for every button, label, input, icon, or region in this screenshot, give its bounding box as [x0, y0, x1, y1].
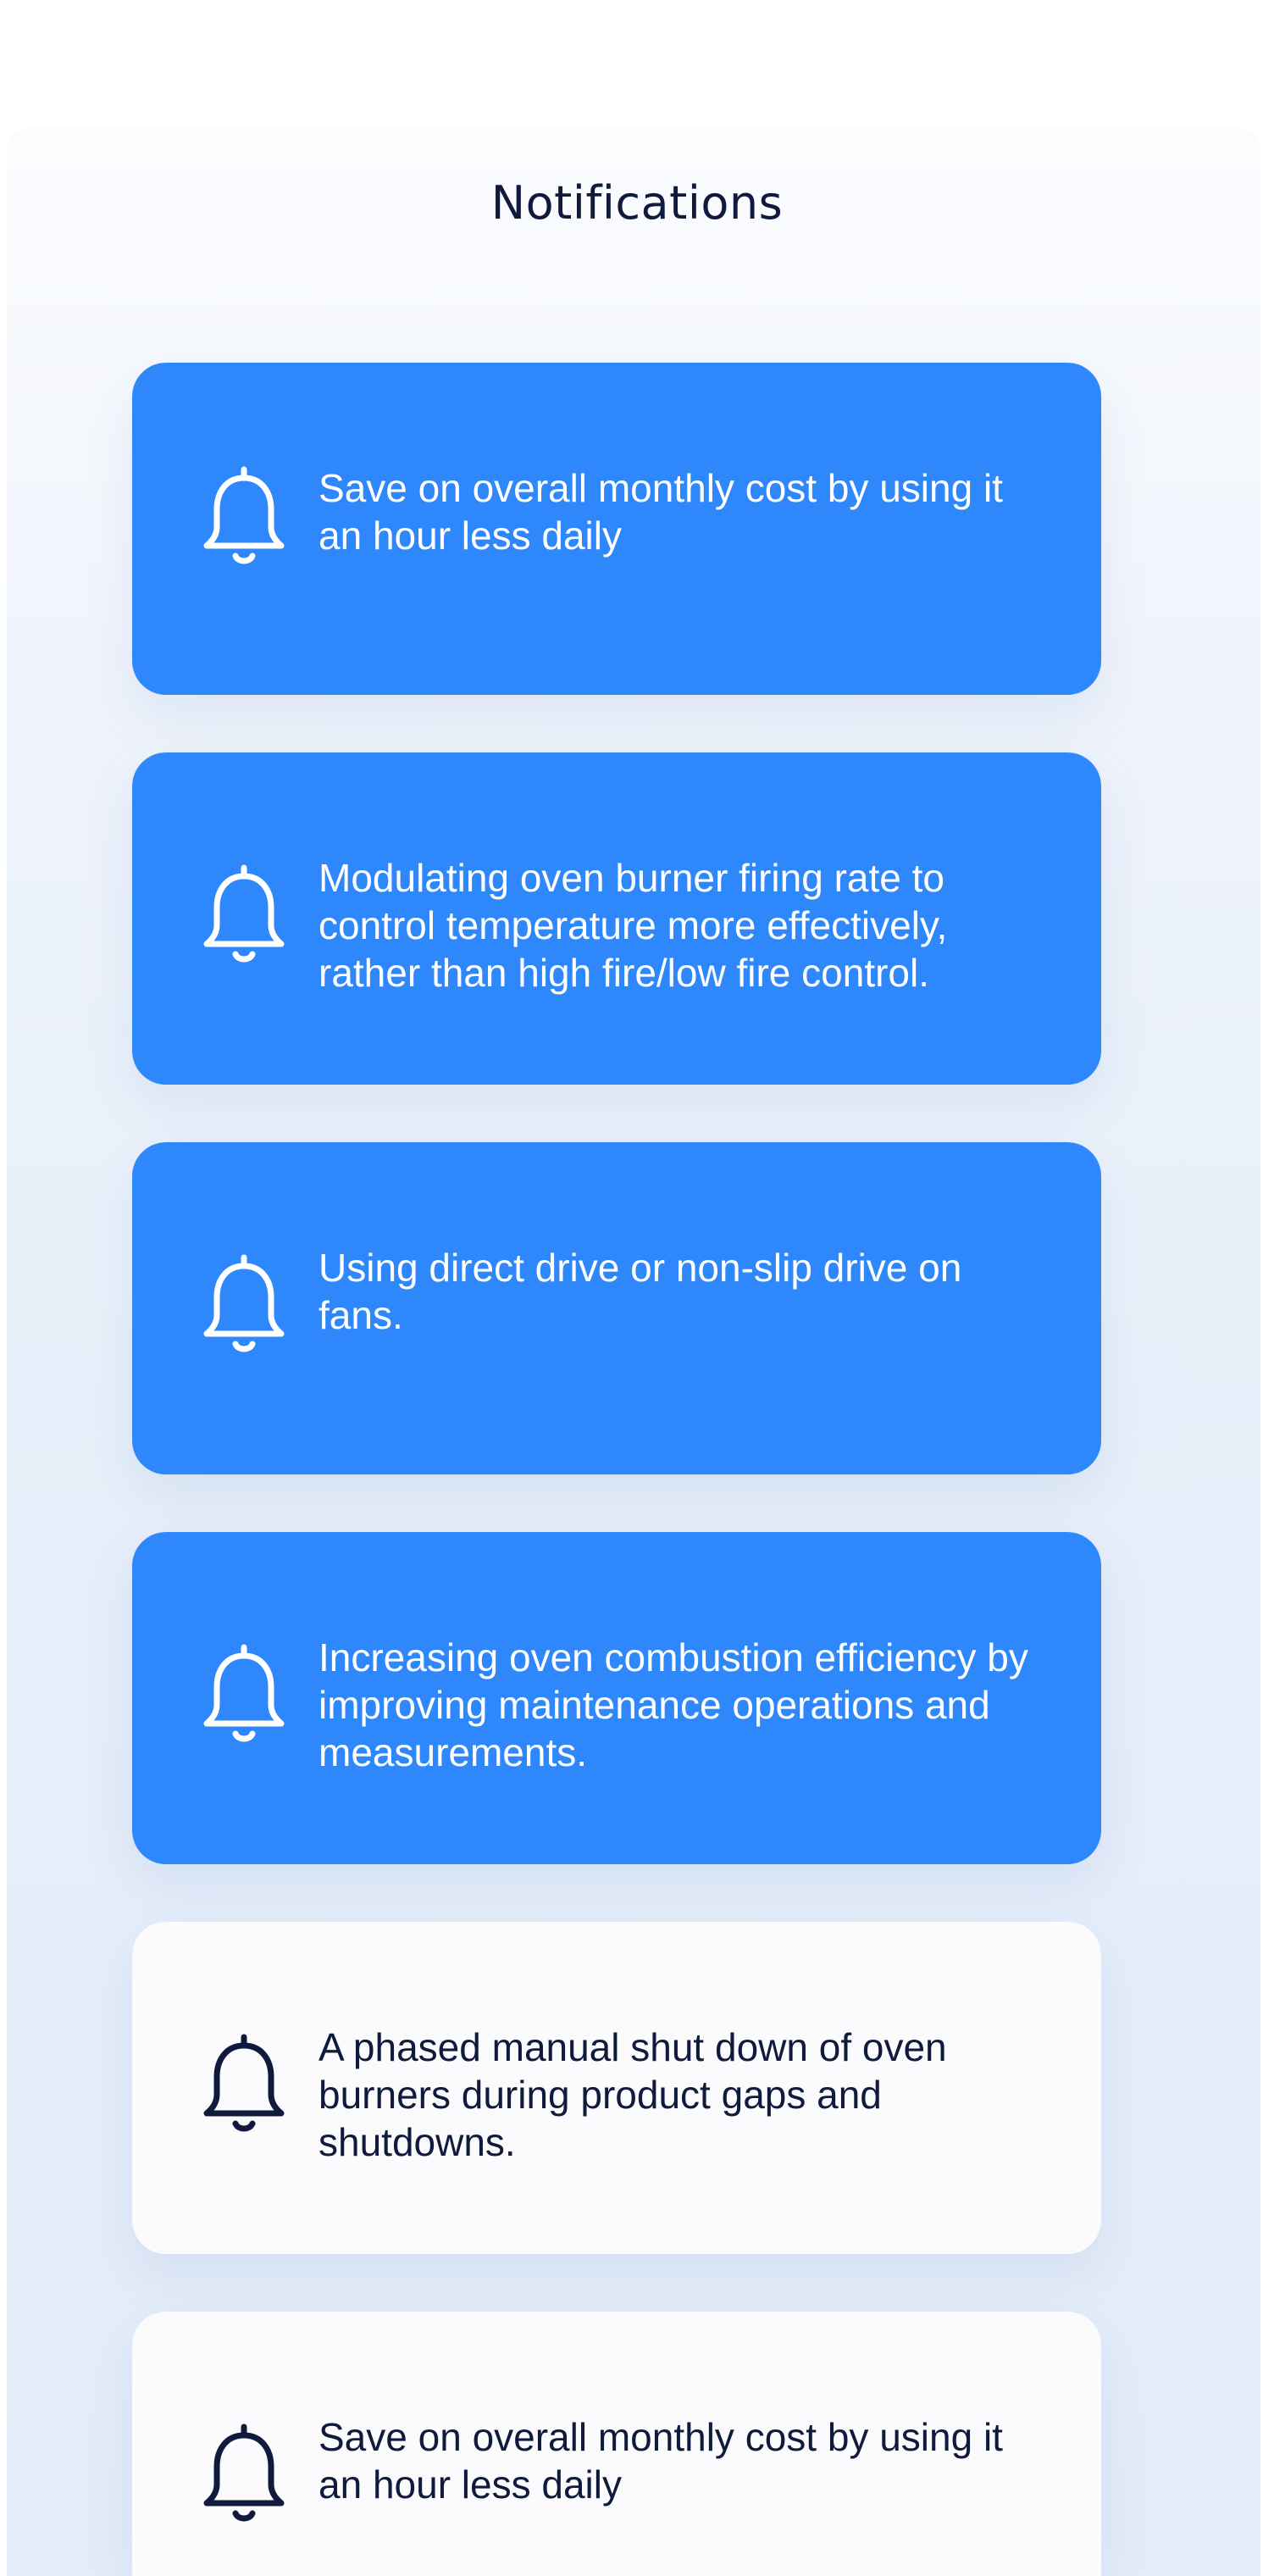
- notification-message: Save on overall monthly cost by using it…: [318, 466, 1003, 558]
- notification-card[interactable]: Save on overall monthly cost by using it…: [132, 2312, 1101, 2576]
- bell-icon: [200, 1251, 288, 1356]
- bell-icon: [200, 2420, 288, 2525]
- notification-card[interactable]: Save on overall monthly cost by using it…: [132, 363, 1101, 695]
- bell-icon: [200, 463, 288, 568]
- bell-icon: [200, 861, 288, 966]
- notification-message: Modulating oven burner firing rate to co…: [318, 856, 948, 995]
- notification-message: A phased manual shut down of oven burner…: [318, 2025, 947, 2164]
- notification-message: Increasing oven combustion efficiency by…: [318, 1635, 1028, 1774]
- page-title: Notifications: [490, 176, 784, 230]
- notification-card[interactable]: A phased manual shut down of oven burner…: [132, 1922, 1101, 2254]
- notification-message: Using direct drive or non-slip drive on …: [318, 1246, 962, 1337]
- bell-icon: [200, 2030, 288, 2135]
- notification-card[interactable]: Using direct drive or non-slip drive on …: [132, 1142, 1101, 1474]
- notification-card[interactable]: Modulating oven burner firing rate to co…: [132, 752, 1101, 1085]
- bell-icon: [200, 1641, 288, 1746]
- notification-message: Save on overall monthly cost by using it…: [318, 2415, 1003, 2507]
- notification-card[interactable]: Increasing oven combustion efficiency by…: [132, 1532, 1101, 1864]
